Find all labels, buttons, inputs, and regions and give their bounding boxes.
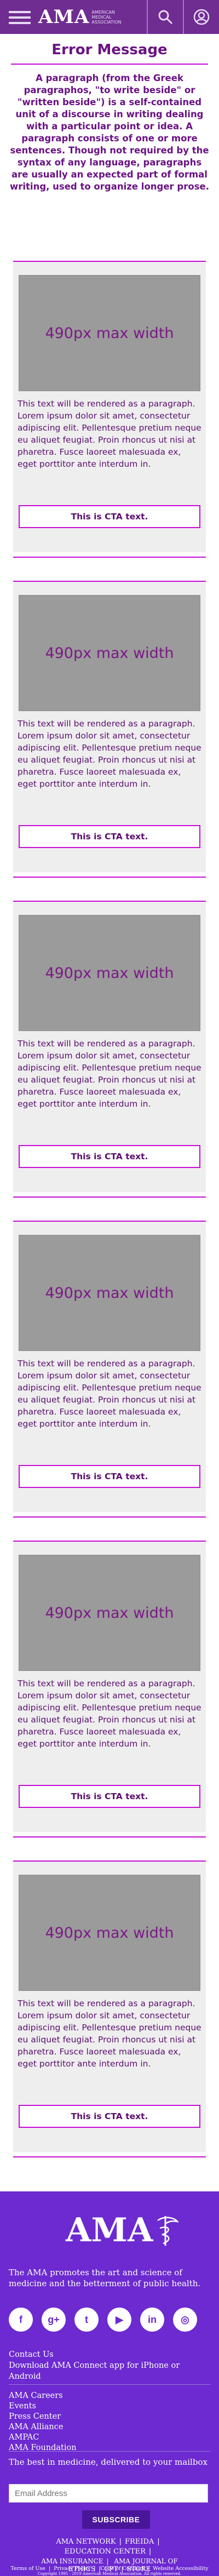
error-intro: A paragraph (from the Greek paragraphos,…: [10, 73, 209, 192]
legal-link[interactable]: Privacy Policy: [54, 2566, 90, 2572]
legal-link[interactable]: Terms of Use: [10, 2566, 45, 2572]
network-row-2: EDUCATION CENTER |: [64, 2548, 152, 2556]
title-divider: [11, 64, 208, 65]
logo-text: AMA: [38, 6, 90, 28]
card-divider: [13, 1197, 206, 1198]
search-icon[interactable]: [147, 0, 183, 34]
network-link[interactable]: AMA NETWORK: [56, 2538, 116, 2546]
card-image-label: 490px max width: [45, 964, 174, 982]
card-paragraph: This text will be rendered as a paragrap…: [18, 1359, 201, 1429]
card-paragraph: This text will be rendered as a paragrap…: [18, 1039, 201, 1109]
network-row-1: AMA NETWORK | FREIDA |: [56, 2538, 160, 2546]
footer-logo[interactable]: AMA: [66, 2211, 181, 2249]
cta-button[interactable]: This is CTA text.: [19, 825, 200, 848]
card-image-placeholder: 490px max width: [19, 1875, 200, 1991]
card-image-label: 490px max width: [45, 324, 174, 342]
card-image-label: 490px max width: [45, 1924, 174, 1942]
cta-button[interactable]: This is CTA text.: [19, 1785, 200, 1808]
card-paragraph: This text will be rendered as a paragrap…: [18, 1999, 201, 2069]
card-image-placeholder: 490px max width: [19, 1235, 200, 1351]
cta-button[interactable]: This is CTA text.: [19, 1465, 200, 1488]
cta-button[interactable]: This is CTA text.: [19, 2105, 200, 2128]
card-divider: [13, 2156, 206, 2157]
linkedin-icon[interactable]: in: [140, 2308, 164, 2332]
ama-logo[interactable]: AMA AMERICAN MEDICAL ASSOCIATION: [38, 4, 130, 30]
error-title: Error Message: [51, 42, 168, 58]
card-image-placeholder: 490px max width: [19, 1555, 200, 1671]
card-image-label: 490px max width: [45, 1604, 174, 1622]
card-paragraph: This text will be rendered as a paragrap…: [18, 719, 201, 789]
legal-link[interactable]: Website Accessibility: [153, 2566, 208, 2572]
content-card: 490px max width This text will be rendere…: [13, 1861, 206, 2157]
footer-divider: [9, 2451, 210, 2452]
site-header: AMA AMERICAN MEDICAL ASSOCIATION: [0, 0, 219, 34]
user-icon[interactable]: [183, 0, 219, 34]
card-image-label: 490px max width: [45, 644, 174, 662]
content-card: 490px max width This text will be rendere…: [13, 901, 206, 1198]
menu-icon[interactable]: [9, 11, 31, 24]
card-divider: [13, 877, 206, 878]
content-card: 490px max width This text will be rendere…: [13, 1221, 206, 1518]
footer-divider: [9, 2384, 210, 2385]
card-divider: [13, 557, 206, 558]
instagram-icon[interactable]: ◎: [173, 2308, 197, 2332]
content-card: 490px max width This text will be rendere…: [13, 581, 206, 878]
footer-link[interactable]: AMA Careers: [9, 2391, 77, 2401]
copyright: Copyright 1995 - 2019 American Medical A…: [37, 2572, 182, 2576]
footer-link[interactable]: Events: [9, 2401, 77, 2412]
legal-link[interactable]: Code of Conduct: [101, 2566, 145, 2572]
card-image-placeholder: 490px max width: [19, 275, 200, 391]
facebook-icon[interactable]: f: [9, 2308, 33, 2332]
footer-link[interactable]: AMA Foundation: [9, 2443, 77, 2453]
logo-subtitle: AMERICAN MEDICAL ASSOCIATION: [91, 9, 122, 25]
footer-contact: Contact Us Download AMA Connect app for …: [9, 2349, 211, 2382]
content-card: 490px max width This text will be rendere…: [13, 1541, 206, 1837]
cta-button[interactable]: This is CTA text.: [19, 505, 200, 528]
subscribe-button[interactable]: SUBSCRIBE: [82, 2510, 150, 2529]
twitter-icon[interactable]: t: [74, 2308, 99, 2332]
footer-mission: The AMA promotes the art and science of …: [9, 2268, 201, 2288]
footer-logo-text: AMA: [66, 2211, 153, 2249]
footer-links: AMA Careers Events Press Center AMA Allianc…: [9, 2391, 77, 2453]
email-field[interactable]: [9, 2484, 208, 2503]
download-app-link[interactable]: Download AMA Connect app for iPhone or A…: [9, 2360, 211, 2382]
footer-link[interactable]: AMA Alliance: [9, 2422, 77, 2432]
googleplus-icon[interactable]: g+: [42, 2308, 66, 2332]
cta-button[interactable]: This is CTA text.: [19, 1145, 200, 1168]
card-image-placeholder: 490px max width: [19, 595, 200, 711]
content-card: 490px max width This text will be rendere…: [13, 261, 206, 558]
card-divider: [13, 1516, 206, 1518]
card-image-label: 490px max width: [45, 1284, 174, 1302]
network-link[interactable]: EDUCATION CENTER: [65, 2548, 146, 2556]
legal-block: Terms of Use | Privacy Policy | Code of Con…: [10, 2566, 209, 2572]
network-link[interactable]: AMA INSURANCE: [41, 2557, 103, 2565]
youtube-icon[interactable]: ▶: [107, 2308, 131, 2332]
network-link[interactable]: FREIDA: [125, 2538, 154, 2546]
card-divider: [13, 1836, 206, 1837]
footer-link[interactable]: Press Center: [9, 2412, 77, 2422]
card-paragraph: This text will be rendered as a paragrap…: [18, 399, 201, 469]
card-paragraph: This text will be rendered as a paragrap…: [18, 1679, 201, 1749]
contact-us-link[interactable]: Contact Us: [9, 2349, 211, 2360]
header-actions: [147, 0, 219, 34]
newsletter-text: The best in medicine, delivered to your …: [9, 2457, 208, 2467]
card-image-placeholder: 490px max width: [19, 915, 200, 1031]
site-footer: AMA The AMA promotes the art and science…: [0, 2191, 219, 2576]
caduceus-icon: [157, 2216, 179, 2246]
footer-link[interactable]: AMPAC: [9, 2432, 77, 2443]
social-links: f g+ t ▶ in ◎: [9, 2308, 197, 2332]
